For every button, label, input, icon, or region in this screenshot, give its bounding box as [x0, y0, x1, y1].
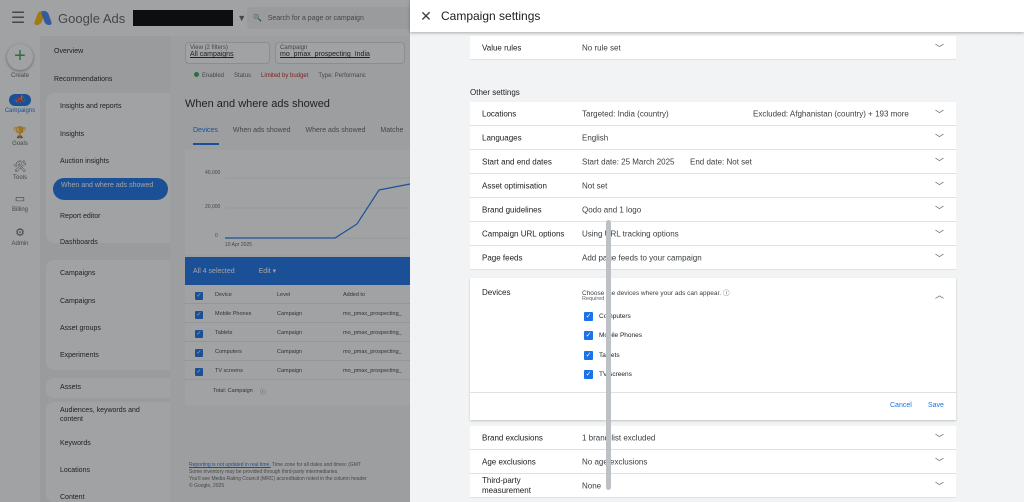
checkbox-checked-icon[interactable]: ✓ [584, 370, 593, 379]
device-checkbox-tablets[interactable]: ✓ Tablets [584, 351, 620, 360]
campaign-settings-panel: ✕ Campaign settings Value rules No rule … [410, 0, 1024, 502]
setting-value: 1 brand list excluded [582, 433, 656, 442]
section-title-other-settings: Other settings [470, 88, 520, 97]
setting-label: Campaign URL options [482, 229, 565, 238]
setting-value-end: End date: Not set [690, 157, 752, 166]
setting-value: None [582, 481, 602, 490]
setting-label: Start and end dates [482, 157, 552, 166]
setting-label: Value rules [482, 43, 522, 52]
checkbox-checked-icon[interactable]: ✓ [584, 351, 593, 360]
setting-value: Not set [582, 181, 608, 190]
panel-header: ✕ Campaign settings [410, 0, 1024, 32]
chevron-up-icon[interactable]: ︿ [935, 288, 944, 301]
chevron-down-icon[interactable]: ﹀ [935, 251, 944, 264]
setting-locations[interactable]: Locations Targeted: India (country) Excl… [470, 102, 956, 126]
setting-label: Locations [482, 109, 517, 118]
app-root: ☰ Google Ads ▼ 🔍 Search for a page or ca… [0, 0, 1024, 502]
setting-asset-optimisation[interactable]: Asset optimisation Not set ﹀ [470, 174, 956, 198]
panel-scrollbar[interactable] [606, 220, 611, 490]
checkbox-label: TV screens [599, 371, 632, 378]
checkbox-checked-icon[interactable]: ✓ [584, 331, 593, 340]
setting-brand-exclusions[interactable]: Brand exclusions 1 brand list excluded ﹀ [470, 426, 956, 450]
cancel-button[interactable]: Cancel [890, 402, 912, 409]
setting-campaign-url-options[interactable]: Campaign URL options Using URL tracking … [470, 222, 956, 246]
setting-third-party-measurement[interactable]: Third-party measurement None ﹀ [470, 474, 956, 498]
setting-label: Asset optimisation [482, 181, 547, 190]
checkbox-checked-icon[interactable]: ✓ [584, 312, 593, 321]
setting-label: Third-party measurement [482, 475, 531, 495]
chevron-down-icon[interactable]: ﹀ [935, 155, 944, 168]
help-icon[interactable]: ⓘ [723, 290, 730, 297]
setting-languages[interactable]: Languages English ﹀ [470, 126, 956, 150]
setting-value: English [582, 133, 609, 142]
chevron-down-icon[interactable]: ﹀ [935, 179, 944, 192]
setting-value: Targeted: India (country) [582, 109, 669, 118]
setting-start-end-dates[interactable]: Start and end dates Start date: 25 March… [470, 150, 956, 174]
setting-label: Page feeds [482, 253, 523, 262]
setting-brand-guidelines[interactable]: Brand guidelines Qodo and 1 logo ﹀ [470, 198, 956, 222]
setting-value: Add page feeds to your campaign [582, 253, 702, 262]
chevron-down-icon[interactable]: ﹀ [935, 431, 944, 444]
save-button[interactable]: Save [928, 402, 944, 409]
setting-value: No rule set [582, 43, 621, 52]
setting-value: Start date: 25 March 2025 [582, 157, 675, 166]
chevron-down-icon[interactable]: ﹀ [935, 203, 944, 216]
setting-age-exclusions[interactable]: Age exclusions No age exclusions ﹀ [470, 450, 956, 474]
chevron-down-icon[interactable]: ﹀ [935, 479, 944, 492]
setting-label: Age exclusions [482, 457, 536, 466]
setting-value-rules[interactable]: Value rules No rule set ﹀ [470, 36, 956, 60]
setting-value: No age exclusions [582, 457, 648, 466]
setting-value: Using URL tracking options [582, 229, 679, 238]
setting-label: Languages [482, 133, 522, 142]
checkbox-label: Computers [599, 313, 631, 320]
setting-value-excluded: Excluded: Afghanistan (country) + 193 mo… [753, 109, 909, 118]
device-checkbox-mobile[interactable]: ✓ Mobile Phones [584, 331, 642, 340]
divider [470, 392, 956, 393]
setting-label: Brand guidelines [482, 205, 542, 214]
chevron-down-icon[interactable]: ﹀ [935, 107, 944, 120]
required-label: Required [582, 296, 605, 302]
chevron-down-icon[interactable]: ﹀ [935, 41, 944, 54]
chevron-down-icon[interactable]: ﹀ [935, 455, 944, 468]
setting-page-feeds[interactable]: Page feeds Add page feeds to your campai… [470, 246, 956, 270]
panel-title: Campaign settings [441, 9, 541, 23]
setting-value: Qodo and 1 logo [582, 205, 642, 214]
chevron-down-icon[interactable]: ﹀ [935, 227, 944, 240]
chevron-down-icon[interactable]: ﹀ [935, 131, 944, 144]
close-icon[interactable]: ✕ [411, 8, 441, 25]
setting-label: Brand exclusions [482, 433, 543, 442]
setting-devices-expanded: Devices Choose the devices where your ad… [470, 278, 956, 420]
modal-scrim[interactable] [0, 0, 410, 502]
setting-label: Devices [482, 288, 511, 297]
